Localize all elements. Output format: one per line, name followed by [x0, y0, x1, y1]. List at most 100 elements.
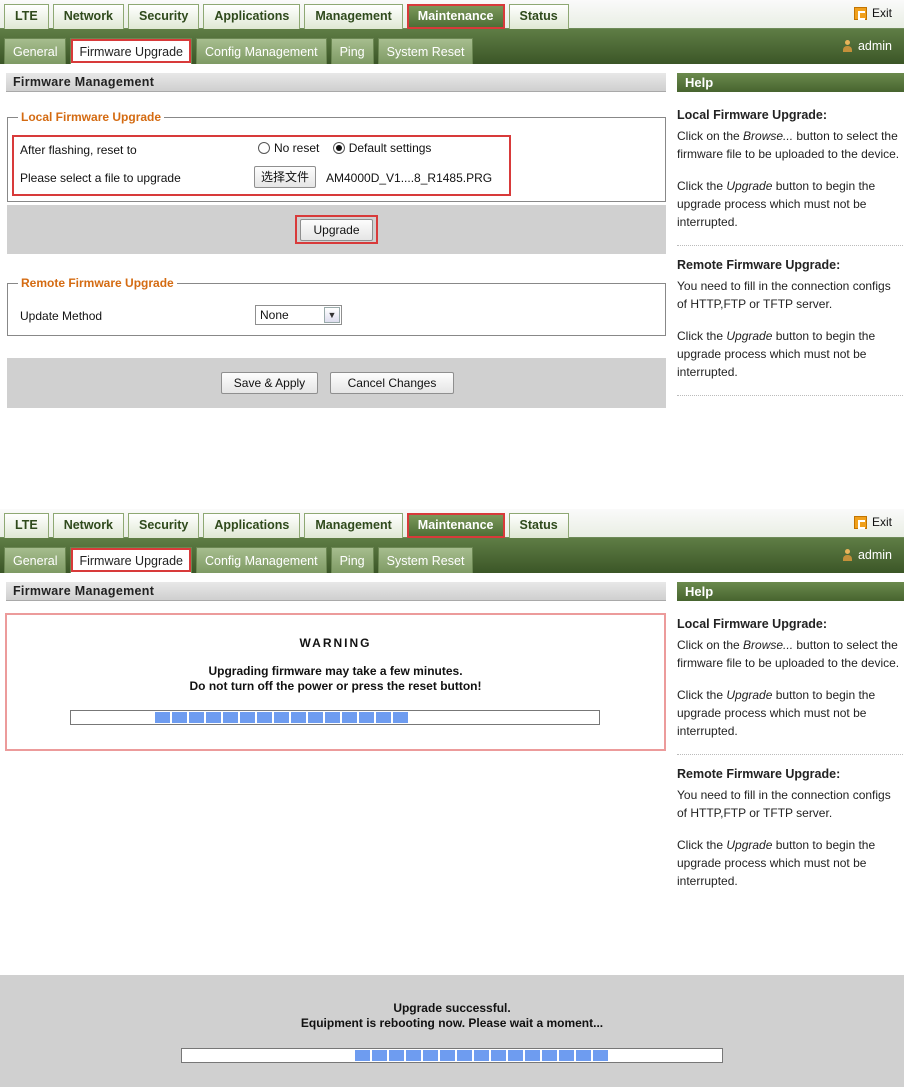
help-panel: Local Firmware Upgrade: Click on the Bro… [677, 615, 903, 904]
progress-segment [240, 712, 255, 723]
cancel-changes-button[interactable]: Cancel Changes [330, 372, 454, 394]
tab-management[interactable]: Management [304, 4, 403, 29]
exit-icon [853, 515, 867, 529]
update-method-select[interactable]: None ▼ [255, 305, 342, 325]
progress-segment [525, 1050, 540, 1061]
progress-segment [274, 712, 289, 723]
progress-segment [423, 1050, 438, 1061]
user-indicator: admin [842, 39, 892, 53]
help-divider [677, 245, 903, 246]
reboot-panel [0, 975, 904, 1087]
progress-segment [376, 712, 391, 723]
progress-segment [355, 1050, 370, 1061]
help-remote-heading: Remote Firmware Upgrade: [677, 258, 841, 272]
help-title: Help [677, 73, 904, 92]
sub-navigation: General Firmware Upgrade Config Manageme… [0, 29, 904, 64]
save-apply-button[interactable]: Save & Apply [221, 372, 318, 394]
tab-lte[interactable]: LTE [4, 4, 49, 29]
tab-network[interactable]: Network [52, 513, 125, 538]
success-line-2: Equipment is rebooting now. Please wait … [300, 1016, 604, 1030]
warning-title: WARNING [299, 636, 372, 650]
user-name: admin [857, 548, 892, 562]
subtab-ping[interactable]: Ping [330, 38, 374, 64]
progress-segment [508, 1050, 523, 1061]
chevron-down-icon: ▼ [324, 307, 340, 323]
method-label: Update Method [20, 309, 103, 323]
help-remote-heading: Remote Firmware Upgrade: [677, 767, 841, 781]
tab-applications[interactable]: Applications [203, 513, 301, 538]
help-title: Help [677, 582, 904, 601]
progress-segment [257, 712, 272, 723]
warning-line-2: Do not turn off the power or press the r… [189, 679, 482, 693]
reset-options: No reset Default settings [258, 141, 431, 155]
panel-title: Firmware Management [6, 73, 666, 92]
progress-segment [372, 1050, 387, 1061]
file-name: AM4000D_V1....8_R1485.PRG [326, 171, 493, 185]
user-icon [842, 40, 852, 52]
help-local-p1: Click on the Browse... button to select … [677, 129, 900, 161]
tab-network[interactable]: Network [52, 4, 125, 29]
local-upgrade-legend: Local Firmware Upgrade [18, 110, 165, 124]
subtab-general[interactable]: General [4, 38, 67, 64]
radio-default-settings[interactable]: Default settings [332, 141, 431, 155]
choose-file-button[interactable]: 选择文件 [254, 166, 317, 188]
progress-segment [189, 712, 204, 723]
sub-navigation: General Firmware Upgrade Config Manageme… [0, 538, 904, 573]
progress-segment [440, 1050, 455, 1061]
help-remote-p2: Click the Upgrade button to begin the up… [677, 329, 876, 379]
subtab-system-reset[interactable]: System Reset [377, 547, 474, 573]
user-icon [842, 549, 852, 561]
top-navigation: LTE Network Security Applications Manage… [0, 509, 904, 538]
progress-segment [325, 712, 340, 723]
progress-segment [172, 712, 187, 723]
exit-label: Exit [871, 515, 892, 529]
help-remote-p2: Click the Upgrade button to begin the up… [677, 838, 876, 888]
exit-link[interactable]: Exit [853, 515, 892, 529]
exit-label: Exit [871, 6, 892, 20]
progress-segment [291, 712, 306, 723]
help-local-heading: Local Firmware Upgrade: [677, 617, 828, 631]
tab-status[interactable]: Status [508, 513, 569, 538]
help-remote-p1: You need to fill in the connection confi… [677, 279, 891, 311]
progress-segment [457, 1050, 472, 1061]
subtab-config-management[interactable]: Config Management [196, 547, 327, 573]
remote-upgrade-legend: Remote Firmware Upgrade [18, 276, 177, 290]
subtab-ping[interactable]: Ping [330, 547, 374, 573]
subtab-system-reset[interactable]: System Reset [377, 38, 474, 64]
help-local-p2: Click the Upgrade button to begin the up… [677, 688, 876, 738]
subtab-general[interactable]: General [4, 547, 67, 573]
progress-segment [308, 712, 323, 723]
tab-security[interactable]: Security [128, 4, 200, 29]
tab-maintenance[interactable]: Maintenance [406, 513, 505, 538]
help-divider [677, 754, 903, 755]
progress-segment [342, 712, 357, 723]
panel-title: Firmware Management [6, 582, 666, 601]
reboot-progress-bar [181, 1048, 723, 1063]
exit-link[interactable]: Exit [853, 6, 892, 20]
progress-segment [359, 712, 374, 723]
help-divider [677, 395, 903, 396]
tab-applications[interactable]: Applications [203, 4, 301, 29]
help-panel: Local Firmware Upgrade: Click on the Bro… [677, 106, 903, 406]
subtab-firmware-upgrade[interactable]: Firmware Upgrade [70, 547, 192, 573]
tab-management[interactable]: Management [304, 513, 403, 538]
progress-segment [542, 1050, 557, 1061]
progress-segment [223, 712, 238, 723]
help-local-p1: Click on the Browse... button to select … [677, 638, 900, 670]
progress-segment [576, 1050, 591, 1061]
upgrade-button[interactable]: Upgrade [300, 219, 373, 241]
user-name: admin [857, 39, 892, 53]
radio-circle-selected [332, 142, 345, 154]
radio-no-reset[interactable]: No reset [258, 141, 319, 155]
file-label: Please select a file to upgrade [20, 171, 181, 185]
progress-segment [491, 1050, 506, 1061]
tab-maintenance[interactable]: Maintenance [406, 4, 505, 29]
success-line-1: Upgrade successful. [393, 1001, 511, 1015]
progress-segment [406, 1050, 421, 1061]
tab-lte[interactable]: LTE [4, 513, 49, 538]
tab-security[interactable]: Security [128, 513, 200, 538]
tab-status[interactable]: Status [508, 4, 569, 29]
subtab-firmware-upgrade[interactable]: Firmware Upgrade [70, 38, 192, 64]
subtab-config-management[interactable]: Config Management [196, 38, 327, 64]
help-local-heading: Local Firmware Upgrade: [677, 108, 828, 122]
